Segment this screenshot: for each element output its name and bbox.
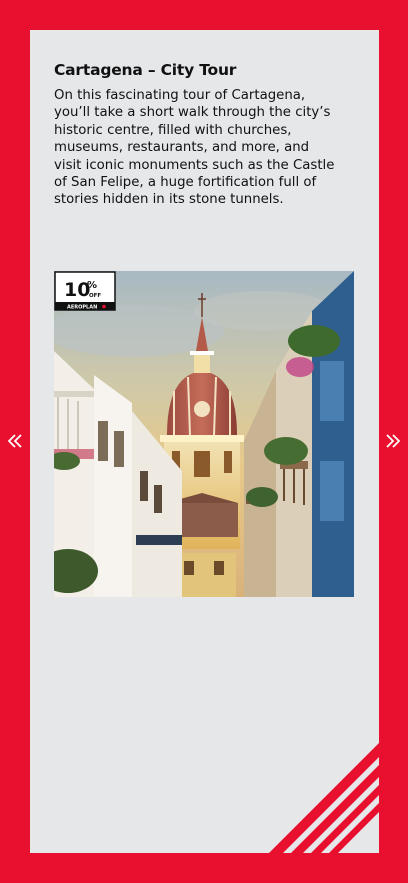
- aeroplan-logo-icon: [102, 304, 106, 309]
- next-arrow-button[interactable]: [383, 430, 403, 452]
- aeroplan-discount-badge: 10 % OFF AEROPLAN: [54, 271, 116, 311]
- badge-off-label: OFF: [89, 293, 101, 299]
- badge-brand: AEROPLAN: [67, 305, 97, 311]
- double-chevron-right-icon: [386, 434, 401, 448]
- decorative-stripes: [269, 743, 379, 853]
- tour-card: Cartagena – City Tour On this fascinatin…: [30, 30, 379, 853]
- tour-description: On this fascinating tour of Cartagena, y…: [54, 88, 335, 208]
- cartagena-street-photo: 10 % OFF AEROPLAN: [54, 271, 354, 597]
- double-chevron-left-icon: [7, 434, 22, 448]
- previous-arrow-button[interactable]: [5, 430, 25, 452]
- tour-title: Cartagena – City Tour: [54, 61, 237, 79]
- badge-percent-sign: %: [87, 280, 97, 291]
